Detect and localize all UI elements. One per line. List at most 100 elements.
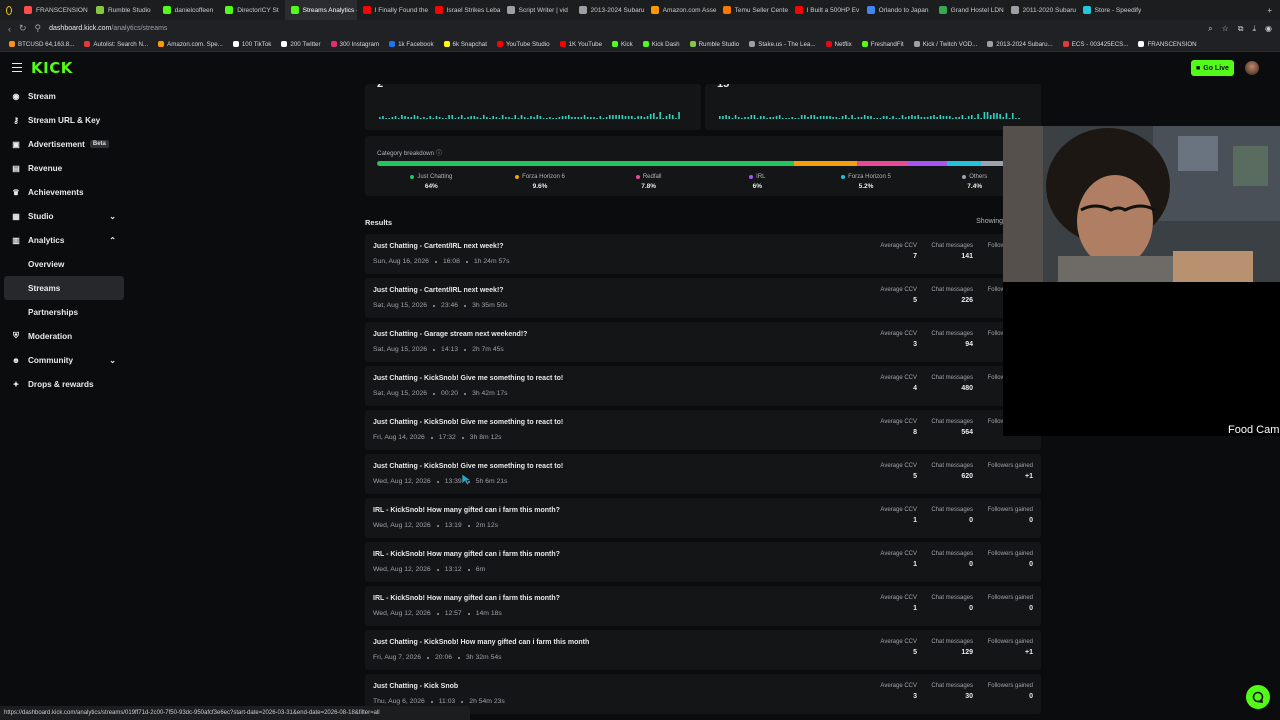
stream-row[interactable]: Just Chatting - KickSnob! How many gifte… xyxy=(365,630,1041,670)
stream-row[interactable]: Just Chatting - Cartent/IRL next week!? S… xyxy=(365,278,1041,318)
bookmark-item[interactable]: FRANSCENSION xyxy=(1133,41,1201,48)
bookmark-item[interactable]: Netflix xyxy=(821,41,857,48)
stream-row[interactable]: Just Chatting - Garage stream next weeke… xyxy=(365,322,1041,362)
sidebar-item-achievements[interactable]: ♛ Achievements xyxy=(0,180,132,204)
sidebar-item-advertisement[interactable]: ▣ Advertisement Beta xyxy=(0,132,132,156)
separator-dot xyxy=(467,612,470,615)
avg-ccv-stat: Average CCV 1 xyxy=(880,507,917,524)
browser-tab[interactable]: Streams Analytics - Kick xyxy=(284,0,357,20)
profile-icon[interactable]: ◉ xyxy=(1265,24,1272,33)
stat-value: 3 xyxy=(913,693,917,700)
sparkline-bar xyxy=(971,115,973,119)
bookmark-item[interactable]: Kick Dash xyxy=(638,41,685,48)
user-avatar[interactable] xyxy=(1245,61,1259,75)
bookmark-item[interactable]: 100 TikTok xyxy=(228,41,277,48)
bookmark-item[interactable]: Kick / Twitch VOD... xyxy=(909,41,983,48)
chat-messages-stat: Chat messages 30 xyxy=(931,683,973,700)
bookmark-item[interactable]: 300 Instagram xyxy=(326,41,385,48)
browser-tab[interactable]: Rumble Studio xyxy=(90,0,157,20)
browser-tab[interactable]: Store - Speedify xyxy=(1077,0,1148,20)
new-tab-icon[interactable]: + xyxy=(1267,6,1272,15)
sidebar-item-moderation[interactable]: ⛨ Moderation xyxy=(0,324,132,348)
stream-row[interactable]: IRL - KickSnob! How many gifted can i fa… xyxy=(365,542,1041,582)
sparkline-bar xyxy=(816,117,819,119)
bookmark-item[interactable]: YouTube Studio xyxy=(492,41,555,48)
sidebar-item-stream-url-key[interactable]: ⚷ Stream URL & Key xyxy=(0,108,132,132)
browser-tab[interactable]: DirectorICY St xyxy=(219,0,284,20)
stream-date: Sat, Aug 15, 2026 xyxy=(373,302,428,309)
browser-tab[interactable]: Script Writer | vid xyxy=(501,0,573,20)
url-field[interactable]: dashboard.kick.com/analytics/streams xyxy=(49,25,167,32)
download-icon[interactable]: ⤓ xyxy=(1252,24,1256,34)
chat-messages-stat: Chat messages 141 xyxy=(931,243,973,260)
sparkline-bar xyxy=(385,118,387,119)
stream-row[interactable]: IRL - KickSnob! How many gifted can i fa… xyxy=(365,498,1041,538)
bookmark-item[interactable]: 6k Snapchat xyxy=(439,41,492,48)
sidebar-item-drops-rewards[interactable]: ✦ Drops & rewards xyxy=(0,372,132,396)
stream-meta: Wed, Aug 12, 2026 13:39 5h 6m 21s xyxy=(373,478,507,485)
category-legend-item: Just Chatting 64% xyxy=(377,174,486,190)
bookmark-star-icon[interactable]: ☆ xyxy=(1222,24,1229,33)
bookmark-item[interactable]: Stake.us - The Lea... xyxy=(744,41,820,48)
go-live-button[interactable]: ■ Go Live xyxy=(1191,60,1234,76)
stat-value: 30 xyxy=(965,693,973,700)
bookmark-item[interactable]: 200 Twitter xyxy=(276,41,325,48)
info-icon[interactable]: ⓘ xyxy=(436,150,442,157)
extensions-icon[interactable]: ⧉ xyxy=(1238,24,1244,34)
search-icon[interactable]: ⌕ xyxy=(1208,24,1212,34)
browser-tab[interactable]: Temu Seller Cente xyxy=(717,0,789,20)
hamburger-menu-icon[interactable] xyxy=(12,63,22,72)
sparkline xyxy=(379,112,680,119)
browser-menu-icon[interactable] xyxy=(0,0,18,20)
browser-tab[interactable]: FRANSCENSION xyxy=(18,0,90,20)
stat-value: 0 xyxy=(969,605,973,612)
sidebar-item-streams[interactable]: Streams xyxy=(4,276,124,300)
bookmark-item[interactable]: Autolist: Search N... xyxy=(79,41,153,48)
browser-tab[interactable]: 2011-2020 Subaru xyxy=(1005,0,1077,20)
sidebar-item-studio[interactable]: ▦ Studio ⌄ xyxy=(0,204,132,228)
site-info-icon[interactable]: ⚲ xyxy=(35,23,42,34)
bookmark-favicon-icon xyxy=(496,41,503,47)
sparkline-bar xyxy=(552,118,554,119)
tab-title: Rumble Studio xyxy=(108,6,151,14)
bookmark-item[interactable]: ECS - 003425ECS... xyxy=(1058,41,1134,48)
bookmark-item[interactable]: 1K YouTube xyxy=(555,41,608,48)
browser-tab[interactable]: danielcoffeen xyxy=(157,0,220,20)
stream-row[interactable]: Just Chatting - KickSnob! Give me someth… xyxy=(365,366,1041,406)
stream-row[interactable]: Just Chatting - Cartent/IRL next week!? S… xyxy=(365,234,1041,274)
browser-tab[interactable]: Israel Strikes Leba xyxy=(429,0,501,20)
sparkline-bar xyxy=(438,117,441,119)
sparkline-bar xyxy=(476,117,479,119)
bookmark-item[interactable]: BTCUSD 64,163.8... xyxy=(4,41,79,48)
browser-tab[interactable]: I Built a 500HP Ev xyxy=(789,0,861,20)
bookmark-label: BTCUSD 64,163.8... xyxy=(18,40,75,48)
sidebar-item-analytics[interactable]: ▥ Analytics ⌃ xyxy=(0,228,132,252)
browser-tab[interactable]: Amazon.com Asse xyxy=(645,0,717,20)
reload-icon[interactable]: ↻ xyxy=(19,23,27,34)
sidebar-item-overview[interactable]: Overview xyxy=(0,252,132,276)
separator-dot xyxy=(464,304,467,307)
community-icon: ☻ xyxy=(11,355,21,365)
back-icon[interactable]: ‹ xyxy=(8,24,11,34)
sparkline-bar xyxy=(574,117,576,119)
bookmark-item[interactable]: Rumble Studio xyxy=(685,41,745,48)
stream-row[interactable]: IRL - KickSnob! How many gifted can i fa… xyxy=(365,586,1041,626)
browser-tab[interactable]: Orlando to Japan xyxy=(861,0,933,20)
sidebar-item-revenue[interactable]: ▤ Revenue xyxy=(0,156,132,180)
bookmark-item[interactable]: Kick xyxy=(607,41,638,48)
sidebar-item-community[interactable]: ☻ Community ⌄ xyxy=(0,348,132,372)
browser-tab[interactable]: Grand Hostel LDN xyxy=(933,0,1005,20)
stream-row[interactable]: Just Chatting - KickSnob! Give me someth… xyxy=(365,410,1041,450)
browser-tab[interactable]: I Finally Found the xyxy=(357,0,429,20)
bookmark-item[interactable]: 1k Facebook xyxy=(384,41,438,48)
bookmark-item[interactable]: 2013-2024 Subaru... xyxy=(982,41,1057,48)
support-chat-button[interactable] xyxy=(1246,685,1270,709)
bookmark-item[interactable]: Amazon.com. Spe... xyxy=(153,41,228,48)
legend-percent: 6% xyxy=(752,183,763,190)
sidebar-item-stream[interactable]: ◉ Stream xyxy=(0,84,132,108)
sparkline-bar xyxy=(936,117,938,119)
sidebar-item-partnerships[interactable]: Partnerships xyxy=(0,300,132,324)
kick-logo[interactable]: KICK xyxy=(31,59,73,77)
bookmark-item[interactable]: FreshandFit xyxy=(857,41,909,48)
browser-tab[interactable]: 2013-2024 Subaru xyxy=(573,0,645,20)
